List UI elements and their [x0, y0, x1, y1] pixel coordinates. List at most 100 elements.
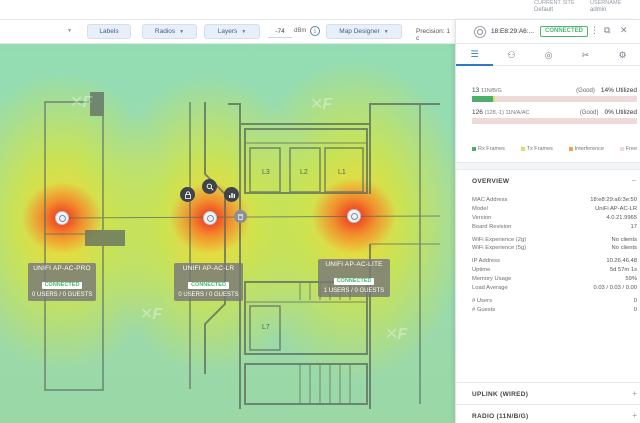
layers-dropdown[interactable]: Layers ▼ [204, 24, 260, 39]
radio-utilization: 0% Utilized [604, 109, 637, 116]
room-label: L7 [262, 324, 270, 331]
info-icon[interactable]: i [310, 26, 320, 36]
more-options-icon[interactable]: ⋮ [590, 25, 599, 36]
labels-button[interactable]: Labels [87, 24, 131, 39]
tx-fill [493, 96, 496, 102]
tools-icon: ✂ [581, 49, 590, 60]
overview-value: 10.26.46.48 [606, 258, 637, 265]
chevron-down-icon: ▼ [179, 28, 185, 35]
overview-key: Board Revision [472, 223, 512, 230]
radio-quality: (Good) [579, 110, 599, 116]
stats-button[interactable] [224, 187, 239, 202]
tab-settings[interactable]: ⚙ [604, 44, 640, 66]
overview-key: WiFi Experience (2g) [472, 236, 527, 243]
tab-clients[interactable]: ⚇ [493, 44, 530, 66]
current-site-value: Default [534, 7, 554, 13]
overview-row: WiFi Experience (5g) No clients [472, 244, 637, 253]
ap-name: UNIFI AP-AC-LITE [325, 261, 383, 268]
locate-button[interactable] [202, 179, 217, 194]
uplink-section-title: UPLINK (WIRED) [472, 391, 529, 398]
floor-plan: L3 L2 L1 L7 [44, 92, 441, 409]
trash-button[interactable] [234, 210, 247, 223]
trash-icon [237, 214, 244, 220]
map-designer-dropdown[interactable]: Map Designer ▼ [326, 24, 402, 39]
tab-config[interactable]: ◎ [530, 44, 567, 66]
legend-label: Tx Frames [526, 146, 553, 152]
signal-unit-label: dBm [294, 28, 307, 34]
overview-value: No clients [611, 236, 637, 243]
lock-button[interactable] [180, 187, 195, 202]
overview-row: MAC Address 18:e8:29:a6:3e:50 [472, 196, 637, 205]
ap-name: UNIFI AP-AC-LR [182, 265, 235, 272]
tab-details[interactable]: ☰ [456, 44, 493, 66]
legend-swatch [520, 147, 525, 151]
panel-tabs: ☰ ⚇ ◎ ✂ ⚙ [456, 44, 640, 66]
overview-value: UniFi AP-AC-LR [595, 205, 637, 212]
top-header: CURRENT SITE Default USERNAME admin [0, 0, 640, 20]
collapse-toggle[interactable]: − [631, 176, 636, 185]
device-status-badge: CONNECTED [540, 26, 589, 37]
utilization-legend: Rx Frames Tx Frames Interference Free [472, 146, 637, 152]
watermark-logo: ✕F [70, 94, 92, 111]
ap-client-counts: 0 USERS / 0 GUESTS [32, 292, 93, 298]
watermark-logo: ✕F [310, 96, 332, 113]
rx-fill [472, 96, 494, 102]
current-site-selector[interactable]: CURRENT SITE Default [534, 0, 575, 14]
access-point-icon[interactable] [347, 209, 361, 223]
uplink-section[interactable]: UPLINK (WIRED) + [456, 382, 640, 404]
legend-label: Rx Frames [478, 146, 505, 152]
radio-utilization: 14% Utilized [600, 87, 637, 94]
radio-utilization-row: 13 11N/B/G (Good) 14% Utilized [472, 87, 637, 102]
overview-key: Memory Usage [472, 276, 512, 283]
list-icon: ☰ [470, 48, 479, 59]
overview-row: Load Average 0.03 / 0.03 / 0.00 [472, 284, 637, 293]
utilization-bar [472, 118, 637, 124]
room-label: L3 [262, 169, 270, 176]
ap-status-badge: CONNECTED [333, 278, 375, 285]
radio-section[interactable]: RADIO (11N/B/G) + [456, 404, 640, 423]
ap-card[interactable]: UNIFI AP-AC-LR CONNECTED 0 USERS / 0 GUE… [174, 263, 243, 301]
access-point-icon[interactable] [203, 211, 217, 225]
chevron-down-icon[interactable]: ▼ [67, 28, 72, 34]
user-menu[interactable]: USERNAME admin [590, 0, 621, 14]
close-icon[interactable]: ✕ [620, 25, 628, 36]
overview-section-title[interactable]: OVERVIEW [472, 178, 509, 185]
popout-icon[interactable]: ⧉ [604, 25, 610, 36]
heatmap-canvas[interactable]: L3 L2 L1 L7 ✕F ✕F ✕F ✕F UNIFI AP-AC-PRO … [0, 44, 455, 423]
overview-value: 0 [633, 297, 637, 304]
radio-channel: 126 [472, 109, 483, 116]
overview-row: Board Revision 17 [472, 223, 637, 232]
overview-key: Model [472, 205, 488, 212]
ap-card[interactable]: UNIFI AP-AC-PRO CONNECTED 0 USERS / 0 GU… [28, 263, 96, 301]
room-label: L1 [338, 169, 346, 176]
legend-item: Tx Frames [520, 146, 553, 152]
overview-value: 0 [633, 306, 637, 313]
overview-row: Model UniFi AP-AC-LR [472, 205, 637, 214]
radios-dropdown-label: Radios [154, 28, 176, 35]
signal-threshold-input[interactable] [268, 25, 292, 38]
access-point-icon[interactable] [55, 211, 69, 225]
overview-key: MAC Address [472, 197, 508, 203]
overview-key: Uptime [472, 267, 491, 274]
radios-dropdown[interactable]: Radios ▼ [142, 24, 197, 39]
username-value: admin [590, 7, 607, 13]
radio-band: 11N/B/G [481, 88, 502, 94]
legend-label: Interference [574, 146, 604, 152]
map-toolbar: ▼ Labels Radios ▼ Layers ▼ dBm i Map Des… [0, 20, 455, 44]
overview-value: 17 [630, 223, 637, 230]
radio-channel: 13 [472, 87, 480, 94]
overview-list: MAC Address 18:e8:29:a6:3e:50 Model UniFi A… [472, 196, 637, 315]
section-divider [456, 162, 640, 170]
target-icon: ◎ [544, 49, 553, 60]
legend-swatch [619, 147, 624, 151]
tab-tools[interactable]: ✂ [567, 44, 604, 66]
current-site-label: CURRENT SITE [534, 0, 575, 6]
expand-toggle[interactable]: + [632, 389, 637, 398]
ap-status-badge: CONNECTED [41, 282, 83, 289]
radio-utilization-row: 126 (128,-1) 11N/A/AC (Good) 0% Utilized [472, 109, 637, 124]
chevron-down-icon: ▼ [241, 28, 247, 35]
overview-key: WiFi Experience (5g) [472, 245, 527, 252]
ap-card[interactable]: UNIFI AP-AC-LITE CONNECTED 1 USERS / 0 G… [318, 259, 390, 297]
overview-row: WiFi Experience (2g) No clients [472, 236, 637, 245]
expand-toggle[interactable]: + [632, 411, 637, 420]
